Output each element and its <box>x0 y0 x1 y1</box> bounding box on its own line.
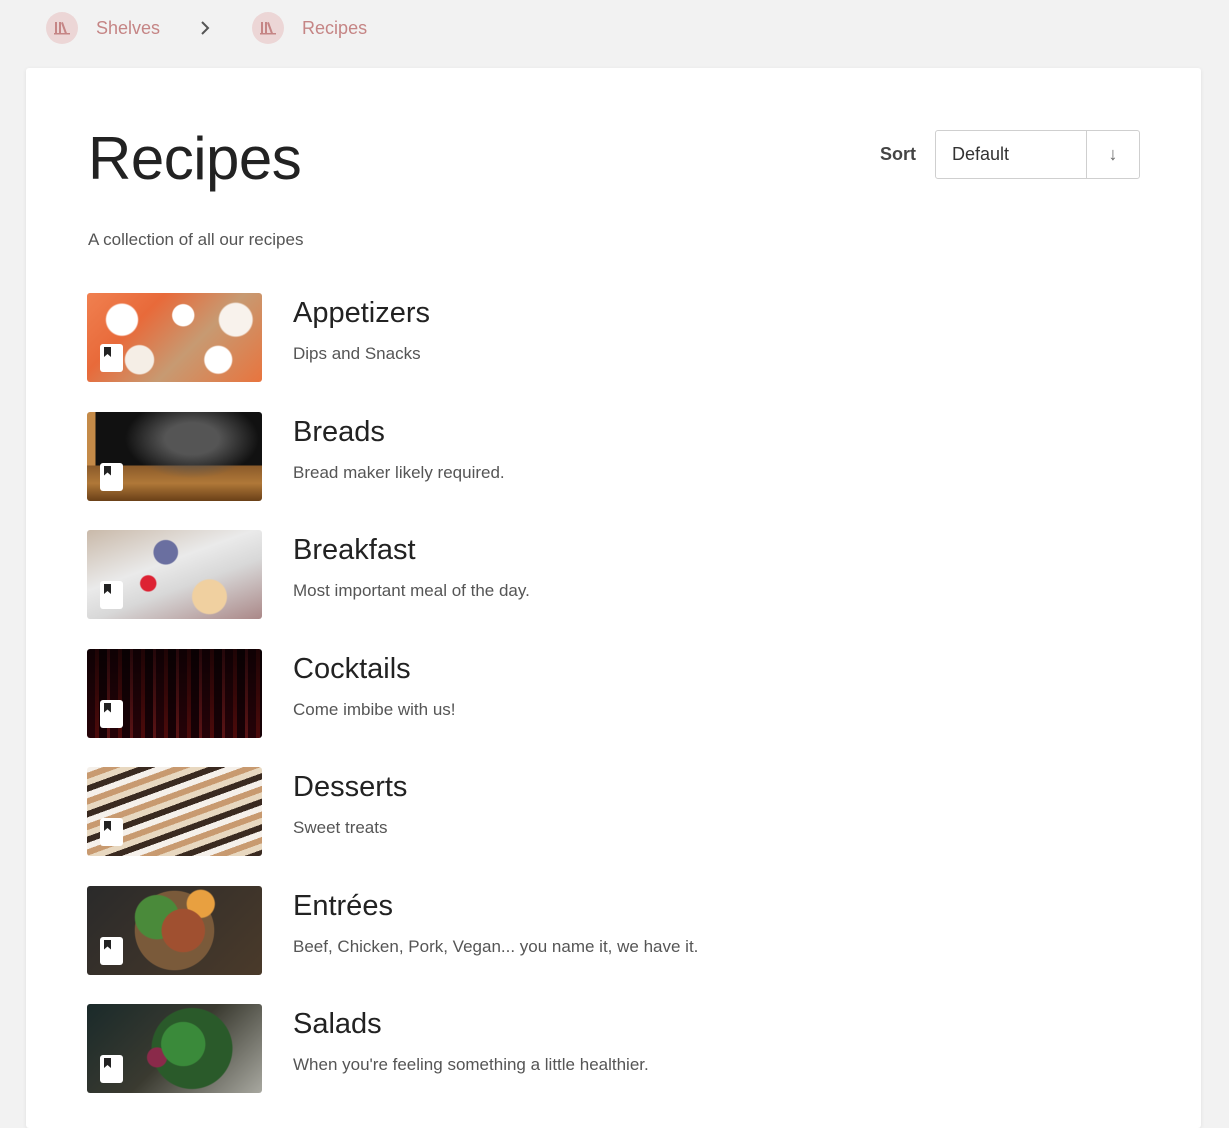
book-description: Dips and Snacks <box>293 344 421 363</box>
sort-direction-button[interactable]: ↓ <box>1087 131 1139 178</box>
breadcrumb-label: Recipes <box>302 17 368 38</box>
book-list: Appetizers Dips and Snacks Breads Bread … <box>87 293 698 1123</box>
chevron-right-icon <box>196 19 214 37</box>
breadcrumb: Shelves Recipes <box>46 10 367 46</box>
book-item-text: Desserts Sweet treats <box>293 767 407 838</box>
breadcrumb-recipes[interactable]: Recipes <box>252 12 367 44</box>
book-name[interactable]: Salads <box>293 1008 649 1041</box>
book-name[interactable]: Cocktails <box>293 653 456 686</box>
sort-select[interactable]: Default <box>936 131 1087 178</box>
shelf-icon <box>252 12 285 44</box>
book-icon <box>100 462 123 491</box>
book-cover-image[interactable] <box>87 293 262 382</box>
book-item-text: Breakfast Most important meal of the day… <box>293 530 530 601</box>
book-description: Most important meal of the day. <box>293 581 530 600</box>
page-title: Recipes <box>88 125 302 192</box>
book-icon <box>100 936 123 965</box>
book-description: Sweet treats <box>293 818 388 837</box>
shelves-icon <box>46 12 78 44</box>
book-cover-image[interactable] <box>87 767 262 856</box>
book-description: Bread maker likely required. <box>293 462 505 482</box>
book-item-breakfast[interactable]: Breakfast Most important meal of the day… <box>87 530 698 619</box>
book-item-text: Cocktails Come imbibe with us! <box>293 649 456 720</box>
book-icon <box>100 699 123 728</box>
breadcrumb-label: Shelves <box>96 17 161 38</box>
book-item-text: Entrées Beef, Chicken, Pork, Vegan... yo… <box>293 886 698 957</box>
book-item-desserts[interactable]: Desserts Sweet treats <box>87 767 698 856</box>
book-item-appetizers[interactable]: Appetizers Dips and Snacks <box>87 293 698 382</box>
book-item-entrees[interactable]: Entrées Beef, Chicken, Pork, Vegan... yo… <box>87 885 698 975</box>
sort-label: Sort <box>880 144 916 164</box>
book-icon <box>100 818 123 846</box>
book-item-salads[interactable]: Salads When you're feeling something a l… <box>87 1004 698 1093</box>
book-description: When you're feeling something a little h… <box>293 1055 649 1074</box>
book-item-text: Salads When you're feeling something a l… <box>293 1004 649 1075</box>
book-name[interactable]: Appetizers <box>293 297 430 330</box>
arrow-down-icon: ↓ <box>1108 144 1118 164</box>
book-name[interactable]: Entrées <box>293 890 698 923</box>
book-item-cocktails[interactable]: Cocktails Come imbibe with us! <box>87 648 698 738</box>
book-name[interactable]: Desserts <box>293 771 407 804</box>
book-name[interactable]: Breads <box>293 416 505 449</box>
book-icon <box>100 581 123 609</box>
shelf-card: Recipes Sort Default ↓ A collection of a… <box>26 68 1201 1128</box>
book-item-text: Breads Bread maker likely required. <box>293 412 505 483</box>
book-cover-image[interactable] <box>87 648 262 738</box>
book-item-breads[interactable]: Breads Bread maker likely required. <box>87 411 698 501</box>
book-icon <box>100 1055 123 1083</box>
book-description: Beef, Chicken, Pork, Vegan... you name i… <box>293 936 699 956</box>
breadcrumb-shelves[interactable]: Shelves <box>46 12 160 44</box>
book-cover-image[interactable] <box>87 411 262 501</box>
book-name[interactable]: Breakfast <box>293 534 530 567</box>
sort-control: Default ↓ <box>935 130 1140 179</box>
book-item-text: Appetizers Dips and Snacks <box>293 293 430 364</box>
book-cover-image[interactable] <box>87 530 262 619</box>
book-cover-image[interactable] <box>87 1004 262 1093</box>
shelf-description: A collection of all our recipes <box>88 230 304 249</box>
book-icon <box>100 344 123 372</box>
book-cover-image[interactable] <box>87 885 262 975</box>
book-description: Come imbibe with us! <box>293 699 456 719</box>
